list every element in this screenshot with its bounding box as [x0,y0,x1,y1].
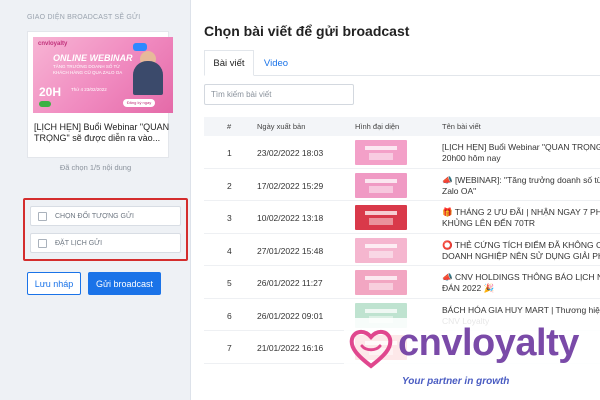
row-title: 📣 [WEBINAR]: "Tăng trưởng doanh số từ Zal… [442,175,600,197]
save-draft-button[interactable]: Lưu nháp [27,272,81,295]
row-title-line1: ⭕ THẺ CỨNG TÍCH ĐIỂM ĐÃ KHÔNG CÒN [442,239,600,250]
preview-caption: [LỊCH HẸN] Buổi Webinar "QUAN TRỌNG" sẽ … [34,122,170,143]
col-header-num: # [227,122,232,131]
row-title-line2: KHỦNG LÊN ĐẾN 70TR [442,218,536,228]
row-number: 1 [227,148,232,158]
row-publish-date: 17/02/2022 15:29 [257,180,324,191]
cnvloyalty-watermark: cnvloyalty Your partner in growth [344,318,600,400]
col-header-title: Tên bài viết [442,122,481,131]
row-title-line2: 20h00 hôm nay [442,153,501,163]
article-search-input[interactable] [204,84,354,105]
content-tabs: Bài viết Video [204,50,600,76]
schedule-send-checkbox[interactable] [38,238,47,248]
row-title-line1: [LỊCH HẸN] Buổi Webinar "QUAN TRỌNG" [442,142,600,152]
row-publish-date: 26/01/2022 09:01 [257,310,324,321]
table-header: # Ngày xuất bản Hình đại diện Tên bài vi… [204,117,600,136]
speaker-photo [133,61,163,95]
col-header-date[interactable]: Ngày xuất bản [257,122,305,131]
table-row[interactable]: 1 23/02/2022 18:03 [LỊCH HẸN] Buổi Webinar… [204,136,600,169]
row-title-line2: ĐÁN 2022 🎉 [442,283,495,293]
row-title: 🎁 THÁNG 2 ƯU ĐÃI | NHẬN NGAY 7 PHO KHỦNG … [442,207,600,229]
watermark-brand: cnvloyalty [398,322,579,364]
row-number: 7 [227,343,232,353]
preview-banner-image: cnvloyalty ONLINE WEBINAR TĂNG TRƯỞNG DO… [33,37,173,113]
selected-count: Đã chọn 1/5 nội dung [59,163,132,172]
row-number: 2 [227,180,232,191]
send-options-group: CHỌN ĐỐI TƯỢNG GỬI ĐẶT LỊCH GỬI [23,198,188,261]
row-title-line1: 🎁 THÁNG 2 ƯU ĐÃI | NHẬN NGAY 7 PHO [442,207,600,217]
row-number: 5 [227,278,232,288]
row-thumbnail [355,172,407,198]
table-row[interactable]: 4 27/01/2022 15:48 ⭕ THẺ CỨNG TÍCH ĐIỂM ĐÃ… [204,234,600,266]
banner-cta: Đăng ký ngay [123,99,155,107]
table-row[interactable]: 3 10/02/2022 13:18 🎁 THÁNG 2 ƯU ĐÃI | NHẬN… [204,201,600,234]
row-title: 📣 CNV HOLDINGS THÔNG BÁO LỊCH NGH ĐÁN 202… [442,272,600,294]
row-thumbnail [355,140,407,165]
chat-bubble-icon [133,43,147,51]
heart-logo-icon [349,330,393,369]
row-publish-date: 10/02/2022 13:18 [257,213,324,223]
row-title: ⭕ THẺ CỨNG TÍCH ĐIỂM ĐÃ KHÔNG CÒN DOANH N… [442,240,600,262]
choose-audience-option[interactable]: CHỌN ĐỐI TƯỢNG GỬI [30,206,181,226]
preview-section-label: GIAO DIỆN BROADCAST SẼ GỬI [27,14,141,21]
row-number: 4 [227,245,232,256]
row-publish-date: 23/02/2022 18:03 [257,148,324,158]
row-publish-date: 27/01/2022 15:48 [257,245,324,256]
table-row[interactable]: 5 26/01/2022 11:27 📣 CNV HOLDINGS THÔNG BÁ… [204,266,600,299]
banner-headline: ONLINE WEBINAR [53,53,133,63]
banner-date: Thứ 4 23/02/2022 [71,87,107,92]
row-title-line1: BÁCH HÓA GIA HUY MART | Thương hiệu c [442,304,600,315]
choose-audience-label: CHỌN ĐỐI TƯỢNG GỬI [55,212,134,220]
row-title-line1: 📣 CNV HOLDINGS THÔNG BÁO LỊCH NGH [442,272,600,282]
watermark-tagline: Your partner in growth [402,376,510,387]
row-title-line1: 📣 [WEBINAR]: "Tăng trưởng doanh số từ [442,174,600,185]
row-thumbnail [355,205,407,230]
schedule-send-label: ĐẶT LỊCH GỬI [55,239,103,247]
row-publish-date: 21/01/2022 16:16 [257,343,324,353]
send-broadcast-button[interactable]: Gửi broadcast [88,272,161,295]
table-row[interactable]: 2 17/02/2022 15:29 📣 [WEBINAR]: "Tăng trưở… [204,169,600,201]
row-title: [LỊCH HẸN] Buổi Webinar "QUAN TRỌNG" 20h0… [442,142,600,164]
row-number: 3 [227,213,232,223]
choose-audience-checkbox[interactable] [38,211,47,221]
schedule-send-option[interactable]: ĐẶT LỊCH GỬI [30,233,181,253]
zalo-icon [39,101,51,107]
col-header-thumbnail: Hình đại diện [355,122,400,131]
row-number: 6 [227,310,232,321]
tab-articles[interactable]: Bài viết [204,50,254,76]
row-publish-date: 26/01/2022 11:27 [257,278,323,288]
banner-logo: cnvloyalty [38,41,68,47]
row-thumbnail [355,270,407,295]
row-thumbnail [355,237,407,263]
banner-subtitle: TĂNG TRƯỞNG DOANH SỐ TỪ KHÁCH HÀNG CŨ QU… [53,64,123,75]
tab-video[interactable]: Video [254,50,298,76]
row-title-line2: DOANH NGHIỆP NÊN SỬ DỤNG GIẢI PHÁP [442,250,600,261]
banner-time: 20H [39,85,62,99]
row-title-line2: Zalo OA" [442,185,477,196]
preview-card: cnvloyalty ONLINE WEBINAR TĂNG TRƯỞNG DO… [27,31,173,158]
page-title: Chọn bài viết để gửi broadcast [204,23,410,39]
